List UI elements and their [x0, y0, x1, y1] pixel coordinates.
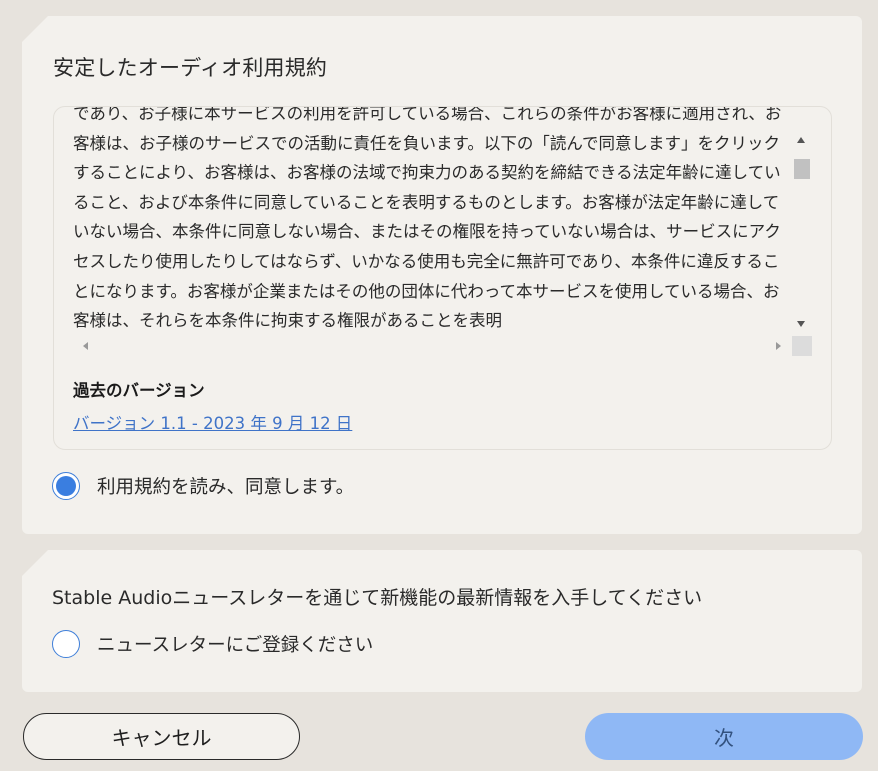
terms-box: であり、お子様に本サービスの利用を許可している場合、これらの条件がお客様に適用さ…: [53, 106, 832, 450]
scroll-up-arrow-icon[interactable]: [797, 137, 805, 143]
terms-text: であり、お子様に本サービスの利用を許可している場合、これらの条件がお客様に適用さ…: [73, 107, 782, 331]
scroll-down-arrow-icon[interactable]: [797, 321, 805, 327]
agree-radio[interactable]: [52, 472, 80, 500]
previous-versions-heading: 過去のバージョン: [73, 381, 205, 400]
terms-title: 安定したオーディオ利用規約: [53, 56, 328, 80]
agree-terms-option[interactable]: 利用規約を読み、同意します。: [52, 472, 354, 500]
next-button[interactable]: 次: [585, 713, 863, 760]
vertical-scrollbar[interactable]: [792, 129, 812, 339]
newsletter-subscribe-option[interactable]: ニュースレターにご登録ください: [52, 630, 373, 658]
subscribe-label: ニュースレターにご登録ください: [97, 635, 374, 656]
scroll-thumb[interactable]: [794, 159, 810, 179]
horizontal-scrollbar[interactable]: [73, 336, 792, 356]
terms-card: 安定したオーディオ利用規約 であり、お子様に本サービスの利用を許可している場合、…: [22, 16, 862, 534]
newsletter-title: Stable Audioニュースレターを通じて新機能の最新情報を入手してください: [52, 587, 703, 609]
scroll-corner: [792, 336, 812, 356]
version-link[interactable]: バージョン 1.1 - 2023 年 9 月 12 日: [73, 410, 352, 434]
radio-selected-dot-icon: [56, 476, 76, 496]
subscribe-radio[interactable]: [52, 630, 80, 658]
agree-label: 利用規約を読み、同意します。: [97, 477, 355, 498]
newsletter-card: Stable Audioニュースレターを通じて新機能の最新情報を入手してください…: [22, 550, 862, 692]
cancel-button[interactable]: キャンセル: [23, 713, 300, 760]
scroll-left-arrow-icon[interactable]: [83, 342, 88, 350]
scroll-right-arrow-icon[interactable]: [776, 342, 781, 350]
terms-scroll-area[interactable]: であり、お子様に本サービスの利用を許可している場合、これらの条件がお客様に適用さ…: [54, 107, 814, 339]
